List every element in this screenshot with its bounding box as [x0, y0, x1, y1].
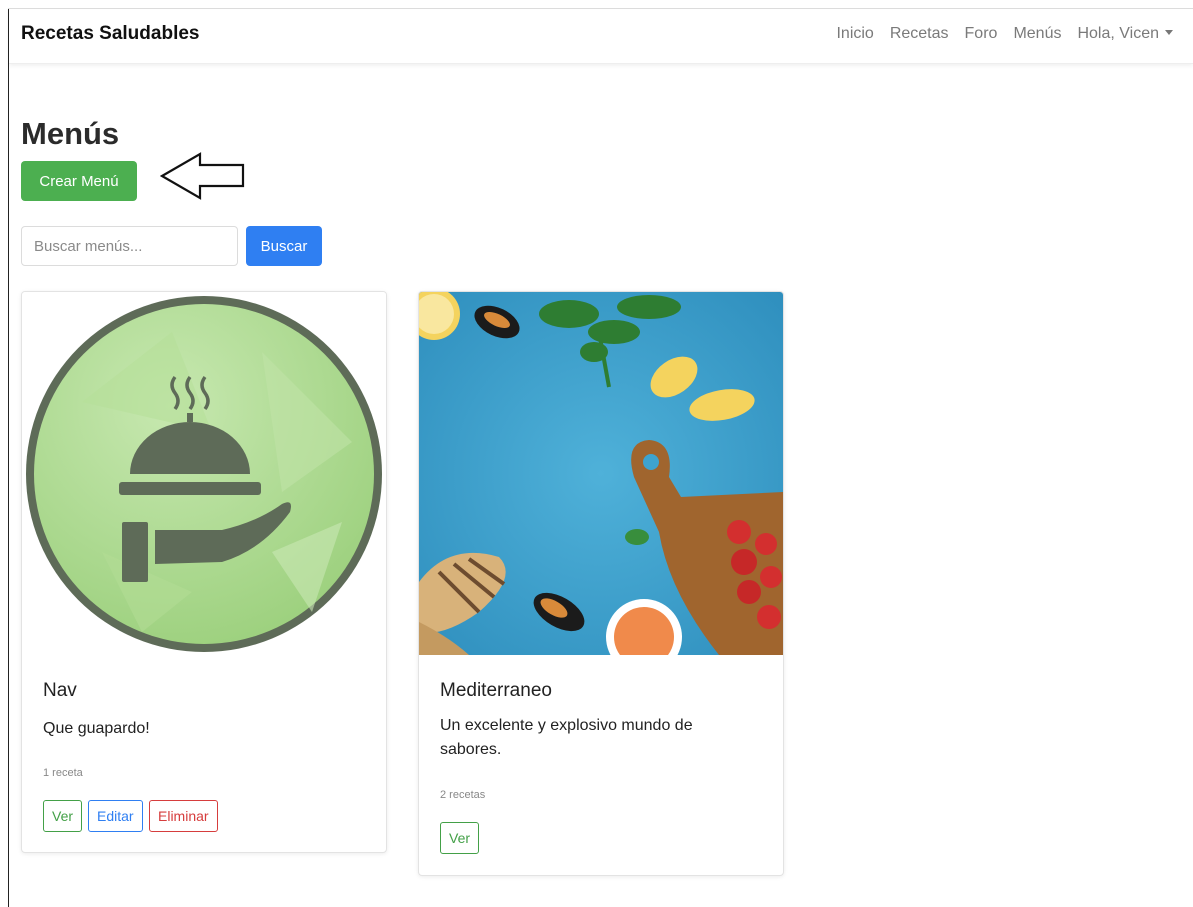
- user-dropdown[interactable]: Hola, Vicen: [1077, 25, 1173, 43]
- nav-link-menus[interactable]: Menús: [1013, 25, 1061, 43]
- view-menu-button[interactable]: Ver: [440, 822, 480, 854]
- arrow-left-icon: [160, 152, 245, 200]
- menu-description: Que guapardo!: [43, 720, 150, 737]
- nav-link-foro[interactable]: Foro: [965, 25, 998, 43]
- search-input[interactable]: [21, 226, 238, 266]
- serving-cloche-icon: [22, 292, 386, 655]
- mediterranean-food-photo: [419, 292, 783, 655]
- page-title: Menús: [21, 116, 120, 151]
- brand-link[interactable]: Recetas Saludables: [21, 23, 199, 45]
- menu-card: Nav Que guapardo! 1 receta Ver Editar El…: [21, 291, 387, 853]
- caret-down-icon: [1165, 30, 1173, 35]
- create-menu-button[interactable]: Crear Menú: [21, 161, 137, 201]
- edit-menu-button[interactable]: Editar: [88, 800, 143, 832]
- delete-menu-button[interactable]: Eliminar: [149, 800, 218, 832]
- user-dropdown-label: Hola, Vicen: [1077, 25, 1159, 42]
- view-menu-button[interactable]: Ver: [43, 800, 83, 832]
- menu-recipe-count: 1 receta: [43, 767, 83, 779]
- menu-description: Un excelente y explosivo mundo de sabore…: [440, 717, 693, 758]
- navbar: Recetas Saludables Inicio Recetas Foro M…: [9, 9, 1193, 64]
- window-border-left: [8, 8, 9, 907]
- menu-title: Mediterraneo: [440, 680, 552, 701]
- nav-link-inicio[interactable]: Inicio: [836, 25, 873, 43]
- menu-card: Mediterraneo Un excelente y explosivo mu…: [418, 291, 784, 876]
- search-button[interactable]: Buscar: [246, 226, 322, 266]
- nav-link-recetas[interactable]: Recetas: [890, 25, 949, 43]
- menu-recipe-count: 2 recetas: [440, 789, 486, 801]
- menu-title: Nav: [43, 680, 77, 701]
- nav-links: Inicio Recetas Foro Menús Hola, Vicen: [820, 25, 1173, 43]
